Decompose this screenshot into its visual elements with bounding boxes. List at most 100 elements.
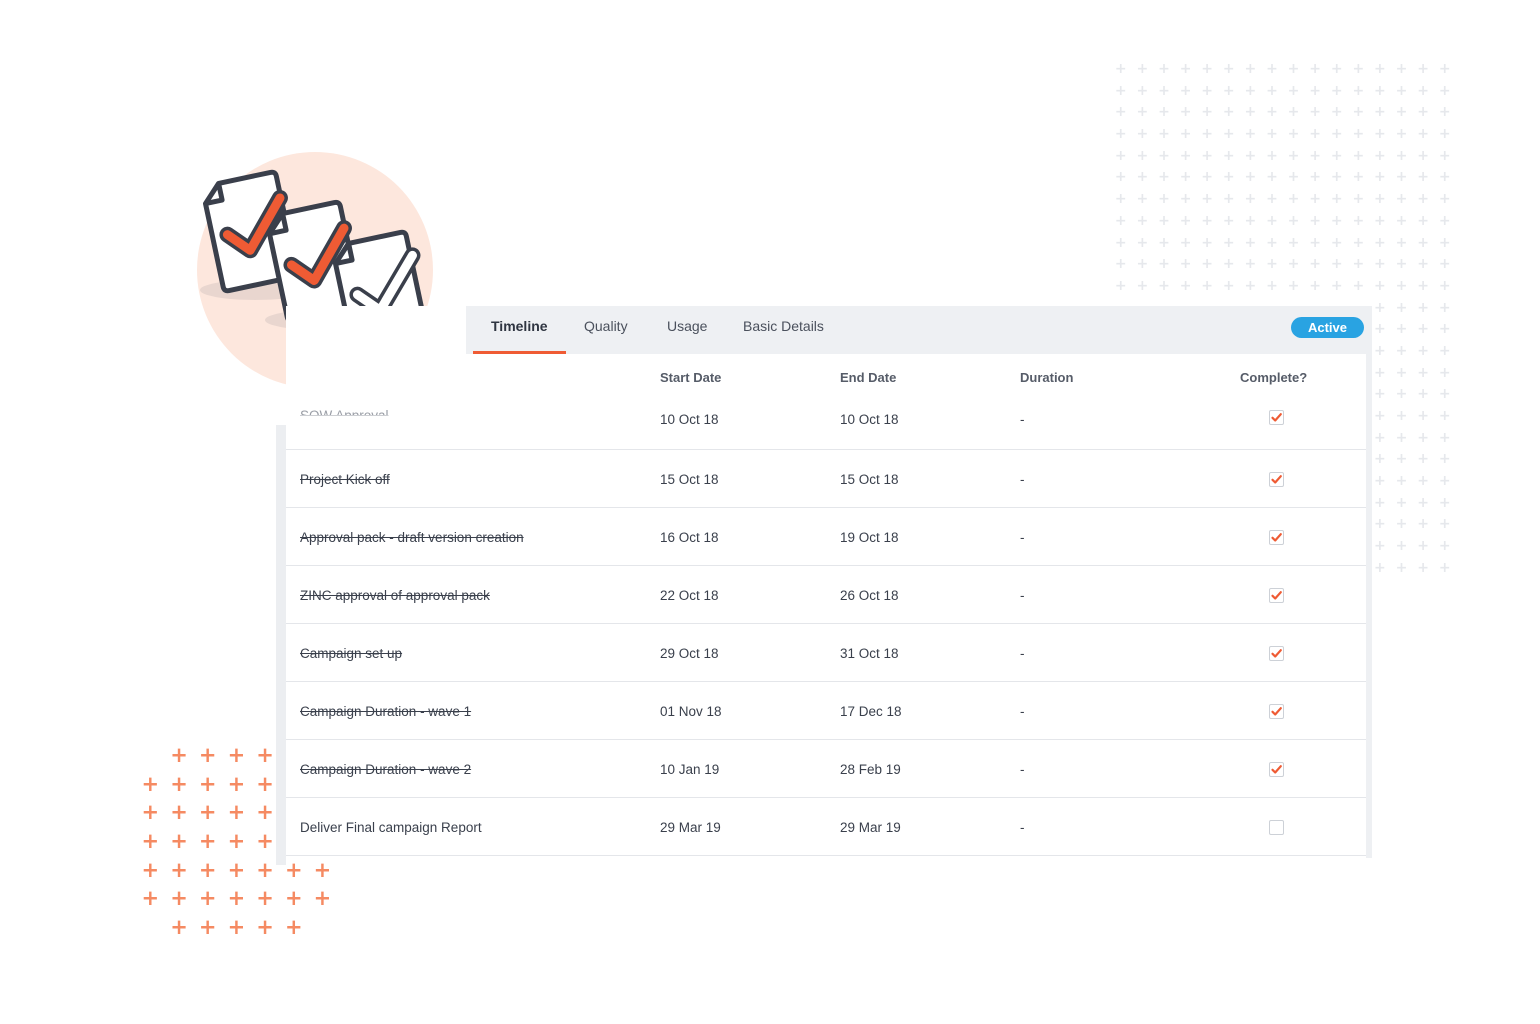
plus-mark: + (1244, 191, 1257, 208)
column-header-duration[interactable]: Duration (1020, 370, 1073, 385)
plus-mark: + (1201, 169, 1214, 186)
plus-mark: + (141, 800, 160, 825)
checkbox-checked-icon[interactable] (1269, 530, 1284, 545)
plus-mark: + (1352, 234, 1365, 251)
plus-mark: + (1395, 61, 1408, 77)
table-row[interactable]: ZINC approval of approval pack 22 Oct 18 2… (286, 566, 1366, 624)
tab-usage[interactable]: Usage (667, 306, 707, 354)
plus-mark: + (1374, 104, 1386, 121)
checkbox-checked-icon[interactable] (1269, 704, 1284, 719)
plus-mark: + (1395, 256, 1408, 273)
plus-mark: + (1438, 494, 1451, 511)
plus-mark: + (1438, 516, 1451, 533)
plus-mark: + (1330, 212, 1343, 229)
plus-mark: + (1266, 212, 1278, 229)
plus-mark: + (1417, 321, 1429, 338)
plus-mark: + (1374, 342, 1386, 359)
column-header-start-date[interactable]: Start Date (660, 370, 721, 385)
plus-mark: + (1222, 234, 1235, 251)
plus-mark: + (1287, 82, 1300, 99)
plus-mark: + (1136, 256, 1149, 273)
table-row[interactable]: Campaign set up 29 Oct 18 31 Oct 18 - (286, 624, 1366, 682)
plus-mark: + (1395, 408, 1408, 424)
plus-mark: + (1374, 82, 1386, 99)
plus-mark: + (1309, 191, 1321, 208)
tab-quality[interactable]: Quality (584, 306, 628, 354)
plus-mark: + (1136, 61, 1149, 77)
plus-mark: + (1395, 191, 1408, 208)
end-date: 19 Oct 18 (840, 530, 899, 545)
checkbox-checked-icon[interactable] (1269, 762, 1284, 777)
start-date: 15 Oct 18 (660, 472, 719, 487)
plus-mark: + (1244, 169, 1257, 186)
table-row[interactable]: Deliver Final campaign Report 29 Mar 19 29… (286, 798, 1366, 856)
plus-mark: + (1136, 147, 1149, 164)
start-date: 29 Mar 19 (660, 820, 721, 835)
plus-mark: + (1395, 299, 1408, 316)
column-header-end-date[interactable]: End Date (840, 370, 896, 385)
plus-mark: + (1287, 277, 1300, 294)
plus-mark: + (198, 800, 217, 825)
table-row[interactable]: Campaign Duration - wave 1 01 Nov 18 17 De… (286, 682, 1366, 740)
plus-mark: + (1158, 191, 1170, 208)
tab-timeline[interactable]: Timeline (491, 306, 548, 354)
plus-mark: + (1309, 256, 1321, 273)
plus-mark: + (1417, 429, 1429, 446)
checkbox-checked-icon[interactable] (1269, 472, 1284, 487)
plus-mark: + (1114, 234, 1127, 251)
plus-mark: + (1438, 277, 1451, 294)
table-row[interactable]: SOW Approval 10 Oct 18 10 Oct 18 - (286, 394, 1366, 450)
plus-mark: + (1438, 538, 1451, 555)
plus-mark: + (1438, 342, 1451, 359)
plus-mark: + (1352, 104, 1365, 121)
checkbox-checked-icon[interactable] (1269, 646, 1284, 661)
plus-mark: + (1374, 451, 1386, 468)
plus-mark: + (1417, 82, 1429, 99)
plus-mark: + (1266, 234, 1278, 251)
plus-mark: + (1352, 277, 1365, 294)
table-row[interactable]: Approval pack - draft version creation 16… (286, 508, 1366, 566)
plus-mark: + (1417, 61, 1429, 77)
checkbox-empty-icon[interactable] (1269, 820, 1284, 835)
start-date: 10 Jan 19 (660, 762, 720, 777)
task-name: Campaign Duration - wave 1 (300, 704, 472, 719)
plus-mark: + (1114, 82, 1127, 99)
plus-mark: + (1438, 234, 1451, 251)
plus-mark: + (1222, 61, 1235, 77)
plus-mark: + (1201, 147, 1214, 164)
plus-mark: + (1244, 104, 1257, 121)
table-row[interactable]: Campaign Duration - wave 2 10 Jan 19 28 Fe… (286, 740, 1366, 798)
plus-mark: + (1417, 559, 1429, 576)
plus-mark: + (1266, 126, 1278, 143)
plus-mark: + (1158, 104, 1170, 121)
plus-mark: + (1438, 191, 1451, 208)
plus-mark: + (1395, 212, 1408, 229)
plus-mark: + (1417, 538, 1429, 555)
table-row[interactable]: Project Kick off 15 Oct 18 15 Oct 18 - (286, 450, 1366, 508)
plus-mark: + (1438, 104, 1451, 121)
plus-mark: + (1287, 169, 1300, 186)
plus-mark: + (1287, 256, 1300, 273)
column-header-complete[interactable]: Complete? (1240, 370, 1307, 385)
plus-mark: + (1179, 212, 1192, 229)
task-name: Project Kick off (300, 472, 390, 487)
plus-mark: + (1287, 191, 1300, 208)
plus-mark: + (1309, 126, 1321, 143)
plus-mark: + (170, 886, 188, 911)
plus-mark: + (1158, 277, 1170, 294)
plus-mark: + (1201, 212, 1214, 229)
plus-mark: + (1395, 364, 1408, 381)
plus-mark: + (198, 743, 217, 767)
tab-basic-details[interactable]: Basic Details (743, 306, 824, 354)
plus-mark: + (1287, 61, 1300, 77)
checkbox-checked-icon[interactable] (1269, 410, 1284, 425)
plus-mark: + (1179, 126, 1192, 143)
plus-mark: + (1395, 321, 1408, 338)
checkbox-checked-icon[interactable] (1269, 588, 1284, 603)
plus-mark: + (1374, 473, 1386, 490)
start-date: 29 Oct 18 (660, 646, 719, 661)
plus-mark: + (1330, 61, 1343, 77)
plus-mark: + (1395, 277, 1408, 294)
plus-mark: + (141, 771, 160, 796)
plus-mark: + (1222, 169, 1235, 186)
